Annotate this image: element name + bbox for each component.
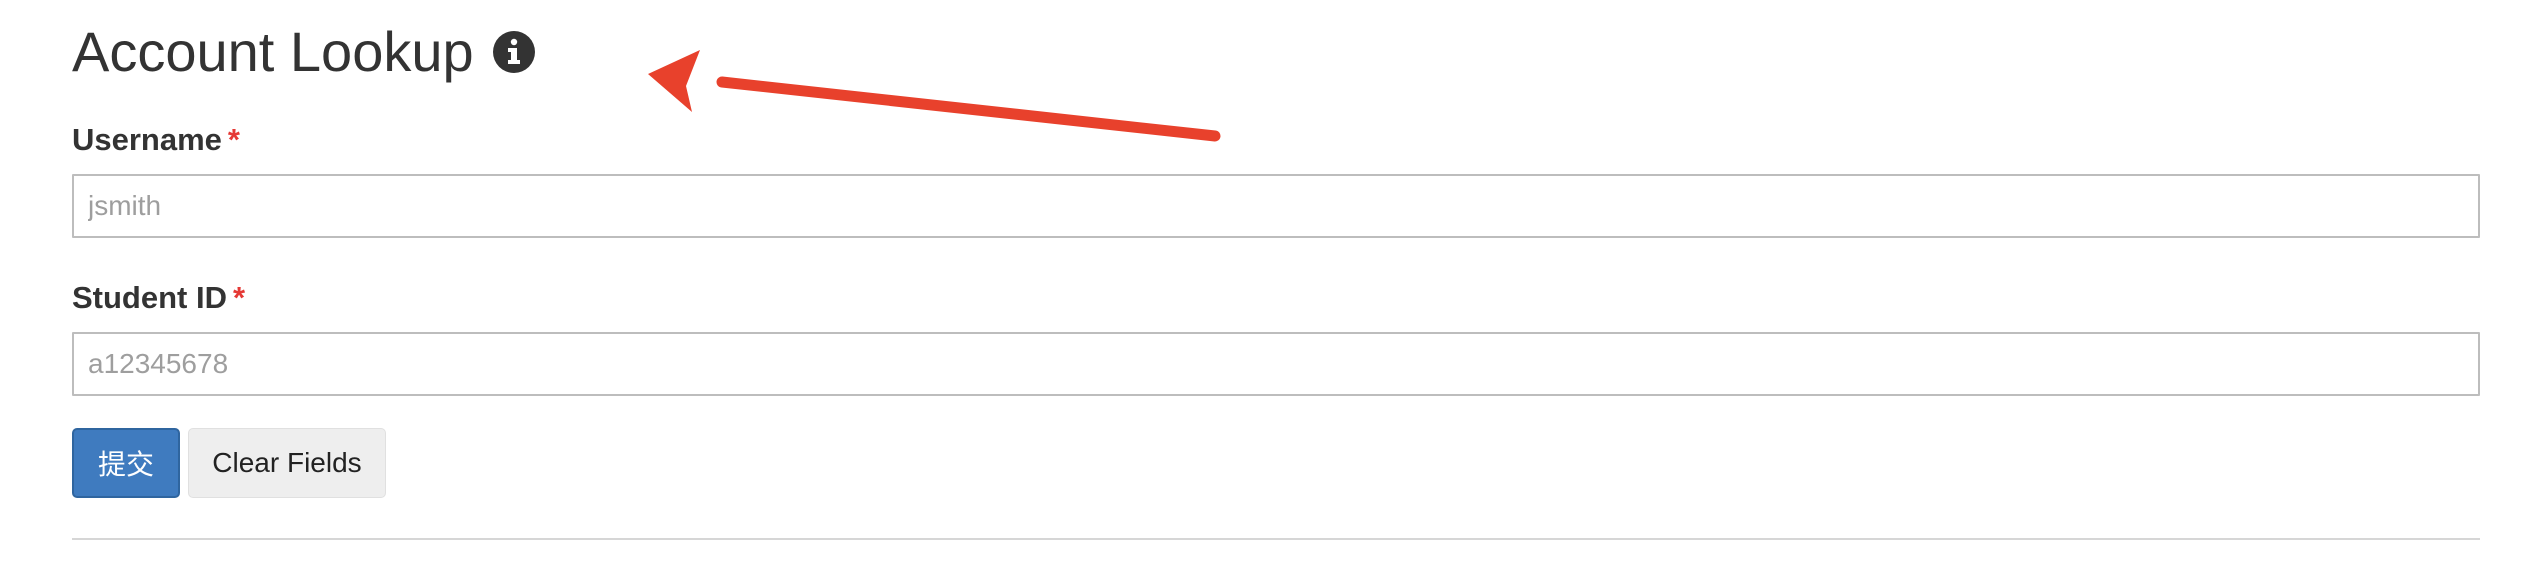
page-header: Account Lookup	[72, 14, 536, 90]
required-asterisk: *	[233, 280, 246, 315]
section-divider	[72, 538, 2480, 540]
student-id-label-text: Student ID	[72, 280, 227, 315]
student-id-input[interactable]	[72, 332, 2480, 396]
username-label-text: Username	[72, 122, 222, 157]
annotation-arrow-shaft	[716, 76, 1221, 142]
page-title: Account Lookup	[72, 20, 474, 83]
submit-button[interactable]: 提交	[72, 428, 180, 498]
required-asterisk: *	[227, 122, 240, 157]
annotation-arrow-head	[648, 50, 700, 112]
username-input[interactable]	[72, 174, 2480, 238]
username-label: Username *	[72, 124, 240, 155]
info-circle-icon[interactable]	[492, 30, 536, 74]
clear-fields-button[interactable]: Clear Fields	[188, 428, 386, 498]
student-id-label: Student ID *	[72, 282, 245, 313]
